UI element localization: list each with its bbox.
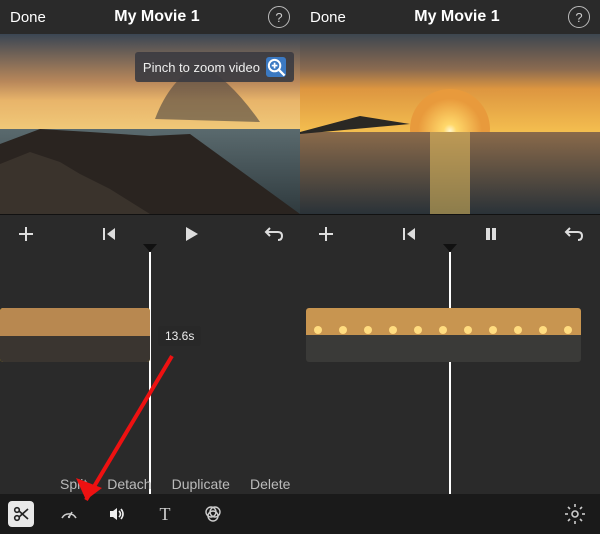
zoom-icon [266,57,286,77]
duplicate-button[interactable]: Duplicate [172,476,230,492]
editor-screen-left: Done My Movie 1 ? [0,0,300,534]
video-clip[interactable] [306,308,594,362]
delete-button[interactable]: Delete [250,476,290,492]
settings-button[interactable] [562,501,588,527]
project-title: My Movie 1 [414,8,499,26]
timeline[interactable]: 13.6s Split Detach Duplicate Delete [0,252,300,534]
add-media-button[interactable] [314,222,338,246]
playhead-marker-icon [143,244,157,252]
prev-button[interactable] [97,222,121,246]
pause-button[interactable] [479,222,503,246]
playhead[interactable] [449,252,451,534]
undo-button[interactable] [562,222,586,246]
clip-duration: 13.6s [158,326,201,346]
header: Done My Movie 1 ? [0,0,300,34]
speed-tool[interactable] [56,501,82,527]
zoom-hint: Pinch to zoom video [135,52,294,82]
header: Done My Movie 1 ? [300,0,600,34]
prev-button[interactable] [397,222,421,246]
text-tool[interactable]: T [152,501,178,527]
bottom-toolbar [300,494,600,534]
video-clip[interactable] [0,308,150,362]
scissors-tool[interactable] [8,501,34,527]
editor-screen-right: Done My Movie 1 ? [300,0,600,534]
video-preview[interactable]: Pinch to zoom video [0,34,300,214]
play-button[interactable] [179,222,203,246]
help-button[interactable]: ? [268,6,290,28]
project-title: My Movie 1 [114,8,199,26]
filters-tool[interactable] [200,501,226,527]
clip-actions: Split Detach Duplicate Delete [60,476,290,492]
timeline[interactable] [300,252,600,534]
detach-button[interactable]: Detach [107,476,151,492]
undo-button[interactable] [262,222,286,246]
help-button[interactable]: ? [568,6,590,28]
done-button[interactable]: Done [310,9,346,26]
done-button[interactable]: Done [10,9,46,26]
add-media-button[interactable] [14,222,38,246]
playhead-marker-icon [443,244,457,252]
volume-tool[interactable] [104,501,130,527]
video-preview[interactable] [300,34,600,214]
split-button[interactable]: Split [60,476,87,492]
bottom-toolbar: T [0,494,300,534]
zoom-hint-label: Pinch to zoom video [143,60,260,75]
